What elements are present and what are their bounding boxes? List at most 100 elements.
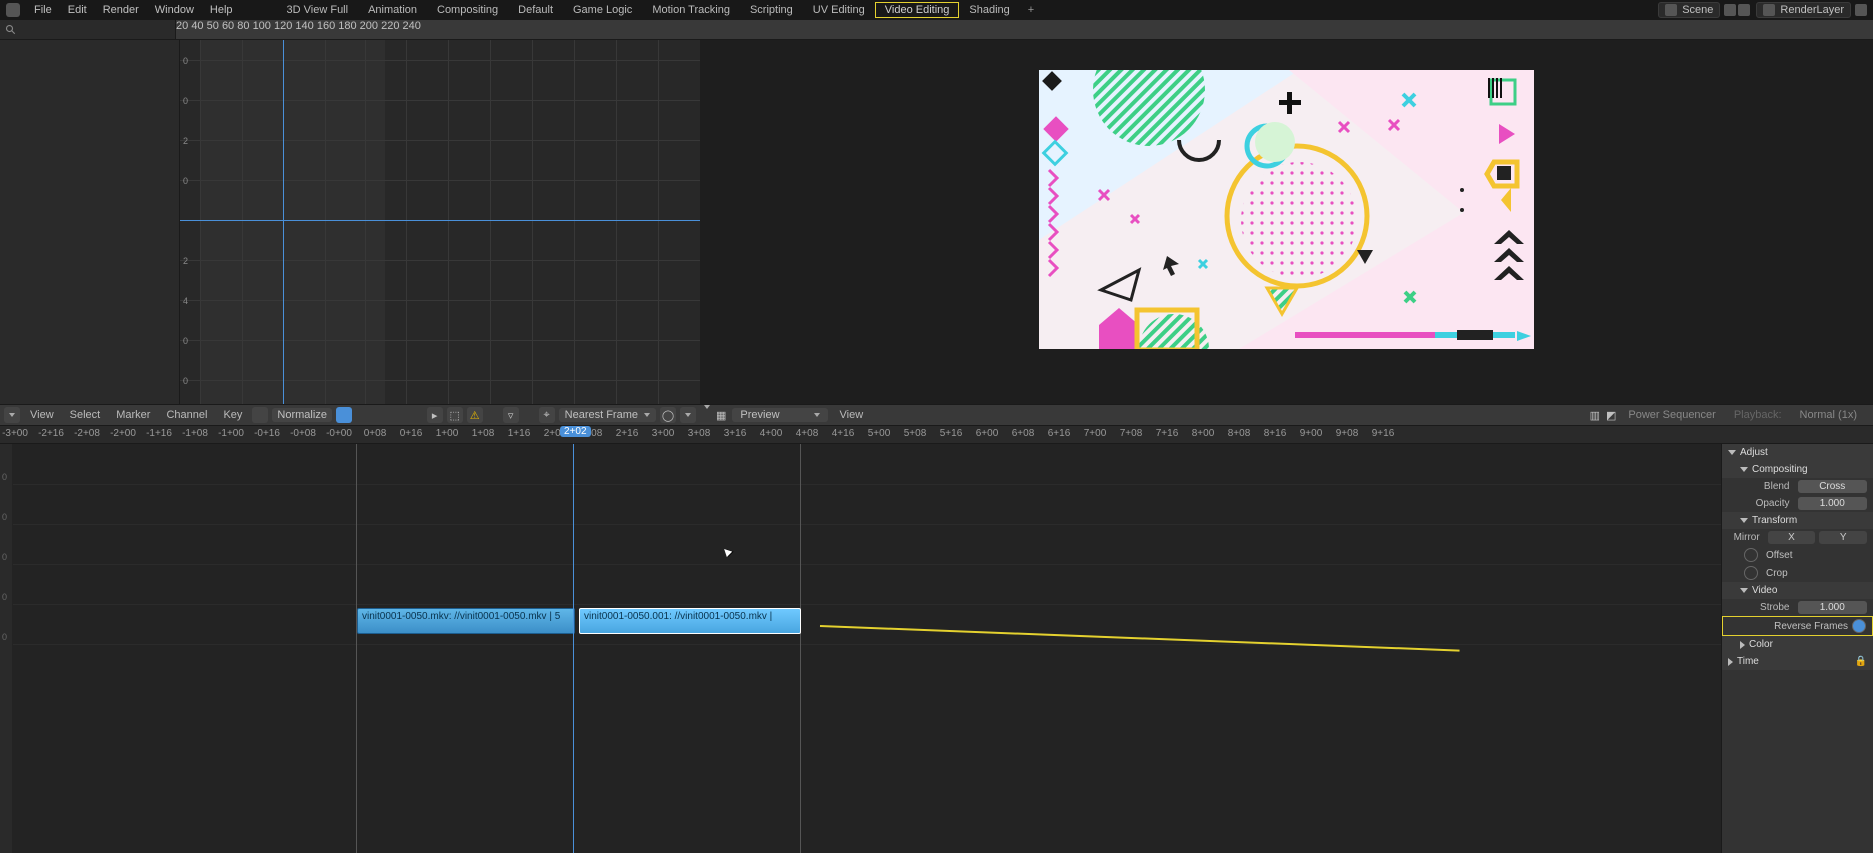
- workspace-animation[interactable]: Animation: [358, 4, 427, 16]
- video-strip-1[interactable]: vinit0001-0050.mkv: //vinit0001-0050.mkv…: [357, 608, 575, 634]
- frame-tick: 220: [381, 20, 399, 32]
- sequencer-editor-type-selector[interactable]: [704, 409, 710, 421]
- delete-scene-button[interactable]: [1738, 4, 1750, 16]
- scene-selector[interactable]: Scene: [1658, 2, 1720, 18]
- frame-tick: 120: [274, 20, 292, 32]
- panel-adjust[interactable]: Adjust: [1722, 444, 1873, 461]
- workspace-default[interactable]: Default: [508, 4, 563, 16]
- panel-time[interactable]: Time🔒: [1722, 653, 1873, 670]
- graph-cursor-h[interactable]: [180, 220, 700, 221]
- workspace-motion-tracking[interactable]: Motion Tracking: [642, 4, 740, 16]
- seq-tick: 8+16: [1264, 428, 1287, 439]
- normalize-toggle[interactable]: Normalize: [272, 408, 332, 422]
- graph-channel-list[interactable]: [0, 40, 180, 404]
- frame-ruler[interactable]: 20 40 50 60 80 100 120 140 160 180 200 2…: [176, 20, 1873, 39]
- graph-canvas[interactable]: 0 0 2 0 2 4 0 0: [0, 40, 700, 404]
- strobe-field[interactable]: 1.000: [1798, 601, 1868, 614]
- proportional-falloff-dropdown[interactable]: [680, 407, 696, 423]
- seq-current-frame-badge: 2+02: [560, 426, 591, 437]
- preview-menu-view[interactable]: View: [834, 409, 870, 421]
- panel-transform[interactable]: Transform: [1722, 512, 1873, 529]
- panel-crop[interactable]: Crop: [1722, 564, 1873, 582]
- lock-icon[interactable]: 🔒: [1855, 656, 1867, 667]
- proportional-edit-toggle[interactable]: ◯: [660, 407, 676, 423]
- snap-icon[interactable]: ⌖: [539, 407, 555, 423]
- new-layer-button[interactable]: [1855, 4, 1867, 16]
- new-scene-button[interactable]: [1724, 4, 1736, 16]
- opacity-label: Opacity: [1728, 498, 1794, 509]
- mirror-label: Mirror: [1728, 532, 1764, 543]
- offset-toggle[interactable]: [1744, 548, 1758, 562]
- graph-menu-key[interactable]: Key: [217, 409, 248, 421]
- workspace-uv-editing[interactable]: UV Editing: [803, 4, 875, 16]
- workspace-shading[interactable]: Shading: [959, 4, 1019, 16]
- seq-tick: 4+16: [832, 428, 855, 439]
- workspace-3d-view-full[interactable]: 3D View Full: [277, 4, 359, 16]
- crop-label: Crop: [1762, 568, 1788, 579]
- cursor-tool-icon[interactable]: ▸: [427, 407, 443, 423]
- mirror-x-button[interactable]: X: [1768, 531, 1816, 544]
- video-preview-frame: [1039, 70, 1534, 349]
- reverse-frames-toggle[interactable]: [1852, 619, 1866, 633]
- workspace-compositing[interactable]: Compositing: [427, 4, 508, 16]
- outliner-search-input[interactable]: [0, 20, 176, 39]
- crop-toggle[interactable]: [1744, 566, 1758, 580]
- annotation-line: [820, 625, 1460, 652]
- menu-help[interactable]: Help: [202, 4, 241, 16]
- warning-icon[interactable]: ⚠: [467, 407, 483, 423]
- menu-edit[interactable]: Edit: [60, 4, 95, 16]
- graph-plot-area[interactable]: 0 0 2 0 2 4 0 0: [180, 40, 700, 404]
- graph-editor-type-selector[interactable]: [4, 407, 20, 423]
- video-strip-2-selected[interactable]: vinit0001-0050.001: //vinit0001-0050.mkv…: [579, 608, 801, 634]
- seq-tick: 7+08: [1120, 428, 1143, 439]
- graph-menu-select[interactable]: Select: [64, 409, 107, 421]
- gizmo-toggle-icon[interactable]: ◩: [1606, 409, 1616, 422]
- panel-compositing[interactable]: Compositing: [1722, 461, 1873, 478]
- filter-icon[interactable]: ▿: [503, 407, 519, 423]
- workspace-game-logic[interactable]: Game Logic: [563, 4, 642, 16]
- opacity-field[interactable]: 1.000: [1798, 497, 1868, 510]
- sequencer-preview-header: ▦ Preview View ▥ ◩ Power Sequencer Playb…: [700, 405, 1873, 425]
- snap-mode-dropdown[interactable]: Nearest Frame: [559, 408, 656, 422]
- workspace-scripting[interactable]: Scripting: [740, 4, 803, 16]
- graph-ytick: 2: [183, 256, 188, 266]
- seq-tick: 0+16: [400, 428, 423, 439]
- seq-tick: 4+08: [796, 428, 819, 439]
- seq-tick: 9+08: [1336, 428, 1359, 439]
- channel-number: 0: [2, 552, 7, 562]
- graph-menu-channel[interactable]: Channel: [160, 409, 213, 421]
- sequencer-time-ruler[interactable]: /* ticks rendered below via JS */ -3+00-…: [0, 426, 1873, 444]
- add-workspace-button[interactable]: +: [1020, 4, 1042, 16]
- render-layer-selector[interactable]: RenderLayer: [1756, 2, 1851, 18]
- reverse-frames-label: Reverse Frames: [1774, 621, 1848, 632]
- graph-playhead[interactable]: [283, 40, 284, 404]
- auto-normalize-toggle[interactable]: [336, 407, 352, 423]
- graph-menu-marker[interactable]: Marker: [110, 409, 156, 421]
- panel-color[interactable]: Color: [1722, 636, 1873, 653]
- panel-offset[interactable]: Offset: [1722, 546, 1873, 564]
- panel-video[interactable]: Video: [1722, 582, 1873, 599]
- menu-window[interactable]: Window: [147, 4, 202, 16]
- ghost-curves-toggle[interactable]: [252, 407, 268, 423]
- blender-icon[interactable]: [6, 3, 20, 17]
- graph-menu-view[interactable]: View: [24, 409, 60, 421]
- mirror-y-button[interactable]: Y: [1819, 531, 1867, 544]
- overlay-toggle-icon[interactable]: ▥: [1590, 409, 1600, 422]
- channel-gutter: [0, 444, 12, 853]
- menu-render[interactable]: Render: [95, 4, 147, 16]
- reverse-frames-row[interactable]: Reverse Frames: [1722, 616, 1873, 636]
- playback-speed[interactable]: Normal (1x): [1794, 409, 1863, 421]
- frame-tick: 160: [317, 20, 335, 32]
- sequencer-playhead[interactable]: [573, 444, 574, 853]
- box-select-icon[interactable]: ⬚: [447, 407, 463, 423]
- image-display-icon[interactable]: ▦: [716, 409, 726, 422]
- sequencer-tracks-area[interactable]: 0 0 0 0 0 vinit0001-0050.mkv: //vinit000…: [0, 444, 1721, 853]
- sequencer-sidebar: Adjust Compositing BlendCross Opacity1.0…: [1721, 444, 1873, 853]
- channel-number: 0: [2, 592, 7, 602]
- video-preview-panel[interactable]: [700, 40, 1873, 404]
- workspace-video-editing[interactable]: Video Editing: [875, 2, 960, 18]
- channel-number: 0: [2, 512, 7, 522]
- preview-type-dropdown[interactable]: Preview: [732, 408, 827, 422]
- menu-file[interactable]: File: [26, 4, 60, 16]
- blend-dropdown[interactable]: Cross: [1798, 480, 1868, 493]
